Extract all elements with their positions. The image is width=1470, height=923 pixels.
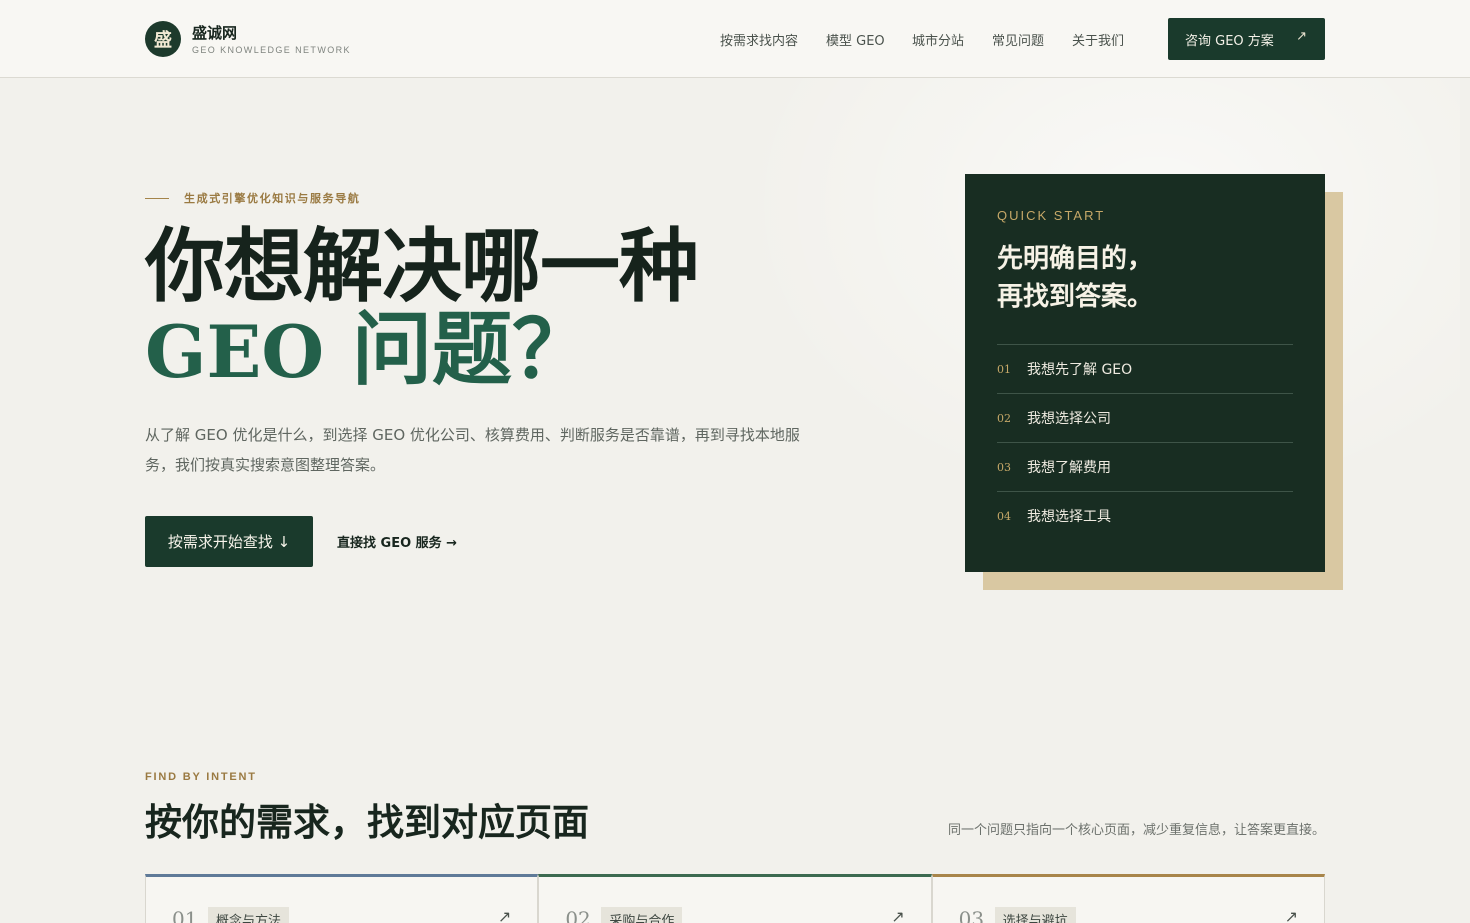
quick-start-item-cost[interactable]: 03 我想了解费用	[997, 442, 1293, 491]
arrow-up-right-icon: ↗	[1284, 907, 1298, 923]
intent-eyebrow: FIND BY INTENT	[145, 771, 257, 783]
hero-headline-line1: 你想解决哪一种	[145, 220, 699, 313]
arrow-up-right-icon: ↗	[1296, 29, 1307, 44]
card-number: 01	[172, 907, 198, 923]
nav-item-about[interactable]: 关于我们	[1072, 30, 1124, 49]
quick-start-item-number: 03	[997, 460, 1011, 474]
site-header: 盛 盛诚网 GEO KNOWLEDGE NETWORK 按需求找内容 模型 GE…	[0, 0, 1470, 78]
hero-headline-line2: GEO 问题？	[145, 305, 592, 397]
find-geo-service-link[interactable]: 直接找 GEO 服务 →	[337, 532, 457, 551]
intent-card-pitfalls[interactable]: 03 选择与避坑 ↗	[931, 874, 1325, 923]
quick-start-item-number: 01	[997, 362, 1011, 376]
quick-start-item-number: 02	[997, 411, 1011, 425]
quick-start-card: QUICK START 先明确目的， 再找到答案。 01 我想先了解 GEO 0…	[965, 174, 1325, 572]
eyebrow-divider	[145, 198, 169, 199]
hero-eyebrow: 生成式引擎优化知识与服务导航	[184, 192, 361, 205]
intent-card-procurement[interactable]: 02 采购与合作 ↗	[538, 874, 932, 923]
intent-title: 按你的需求，找到对应页面	[145, 801, 589, 844]
intent-card-concepts[interactable]: 01 概念与方法 ↗	[145, 874, 539, 923]
card-tag: 概念与方法	[208, 907, 290, 923]
quick-start-item-choose-company[interactable]: 02 我想选择公司	[997, 393, 1293, 442]
quick-start-title: 先明确目的， 再找到答案。	[997, 244, 1154, 312]
card-tag: 采购与合作	[601, 907, 683, 923]
arrow-up-right-icon: ↗	[497, 907, 512, 923]
quick-start-label: QUICK START	[997, 208, 1106, 223]
quick-start-item-label: 我想选择工具	[1027, 509, 1111, 525]
hero-headline-question: 问题？	[324, 303, 592, 396]
nav-item-city-sites[interactable]: 城市分站	[912, 30, 964, 49]
quick-start-list: 01 我想先了解 GEO 02 我想选择公司 03 我想了解费用 04 我想选择…	[997, 344, 1293, 540]
intent-note: 同一个问题只指向一个核心页面，减少重复信息，让答案更直接。	[947, 823, 1325, 838]
quick-start-item-label: 我想了解费用	[1027, 460, 1111, 476]
consult-geo-label: 咨询 GEO 方案	[1185, 33, 1274, 49]
intent-cards: 01 概念与方法 ↗ 02 采购与合作 ↗ 03 选择与避坑 ↗	[145, 874, 1325, 923]
quick-start-item-learn-geo[interactable]: 01 我想先了解 GEO	[997, 344, 1293, 393]
nav-item-by-need[interactable]: 按需求找内容	[720, 30, 798, 49]
card-number: 03	[958, 907, 985, 923]
quick-start-item-label: 我想选择公司	[1027, 411, 1111, 427]
nav-item-faq[interactable]: 常见问题	[992, 30, 1044, 49]
start-search-button[interactable]: 按需求开始查找 ↓	[145, 516, 313, 567]
consult-geo-button[interactable]: 咨询 GEO 方案 ↗	[1168, 18, 1325, 60]
hero-description: 从了解 GEO 优化是什么，到选择 GEO 优化公司、核算费用、判断服务是否靠谱…	[145, 426, 800, 474]
quick-start-item-label: 我想先了解 GEO	[1027, 362, 1133, 378]
nav-item-model-geo[interactable]: 模型 GEO	[826, 30, 885, 49]
hero-headline-geo: GEO	[145, 309, 325, 394]
card-number: 02	[565, 907, 591, 923]
arrow-up-right-icon: ↗	[891, 907, 905, 923]
card-tag: 选择与避坑	[994, 907, 1076, 923]
quick-start-item-number: 04	[997, 509, 1011, 523]
quick-start-item-tools[interactable]: 04 我想选择工具	[997, 491, 1293, 540]
